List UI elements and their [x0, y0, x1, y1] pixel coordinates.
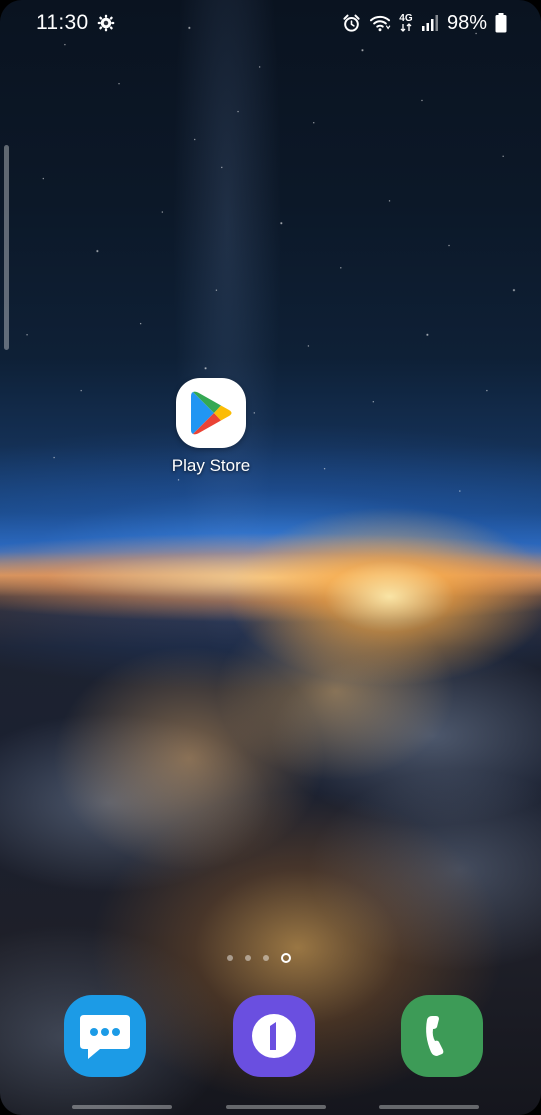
status-right: 4G 98% — [342, 12, 507, 35]
battery-icon — [495, 13, 507, 33]
nav-hint-recents[interactable] — [72, 1105, 172, 1109]
battery-percent: 98% — [446, 11, 487, 34]
page-dot[interactable] — [244, 955, 251, 961]
mobile-data-icon: 4G — [399, 14, 413, 32]
navigation-gesture-hints[interactable] — [0, 1105, 541, 1109]
page-dot-active[interactable] — [280, 953, 291, 963]
network-type: 4G — [399, 13, 413, 24]
phone-icon[interactable] — [401, 995, 483, 1077]
status-bar[interactable]: 11:30 4G 98% — [0, 0, 541, 46]
home-screen: 11:30 4G 98% Play Store — [0, 0, 541, 1115]
clock: 11:30 — [36, 11, 89, 34]
signal-icon — [421, 14, 439, 32]
alarm-icon — [342, 14, 361, 33]
nav-hint-home[interactable] — [225, 1105, 326, 1109]
wifi-icon — [369, 14, 391, 32]
settings-gear-icon — [97, 14, 115, 32]
app-play-store[interactable]: Play Store — [150, 378, 272, 476]
page-indicator[interactable] — [0, 953, 529, 963]
samsung-one-icon[interactable] — [232, 995, 315, 1077]
play-store-icon[interactable] — [176, 378, 246, 448]
nav-hint-back[interactable] — [379, 1105, 479, 1109]
page-dot[interactable] — [226, 955, 233, 961]
page-dot[interactable] — [262, 955, 269, 961]
dock — [0, 995, 541, 1077]
edge-panel-handle[interactable] — [4, 145, 9, 350]
messages-icon[interactable] — [64, 995, 146, 1077]
status-left: 11:30 — [36, 11, 115, 35]
app-label: Play Store — [171, 456, 251, 475]
